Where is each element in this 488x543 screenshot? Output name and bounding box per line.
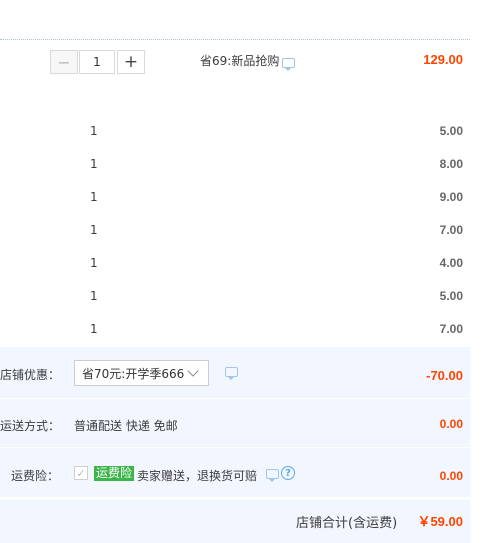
shop-total-label: 店铺合计(含运费)	[296, 516, 398, 531]
message-icon[interactable]	[225, 367, 238, 380]
gift-quantity: 1	[90, 256, 98, 270]
total-panel	[0, 500, 470, 543]
gift-quantity: 1	[90, 157, 98, 171]
row-divider	[0, 447, 470, 448]
increase-quantity-button[interactable]: +	[117, 50, 145, 74]
gift-price: 7.00	[439, 322, 463, 336]
message-icon[interactable]	[266, 469, 279, 482]
gift-price: 7.00	[439, 223, 463, 237]
gift-price: 4.00	[439, 256, 463, 270]
insurance-tag: 运费险	[94, 466, 135, 481]
gift-quantity: 1	[90, 124, 98, 138]
quantity-input[interactable]: 1	[79, 50, 115, 74]
decrease-quantity-button[interactable]: −	[50, 50, 78, 74]
message-icon[interactable]	[282, 58, 295, 71]
help-icon[interactable]: ?	[281, 466, 295, 480]
gift-quantity: 1	[90, 190, 98, 204]
item-price: 129.00	[423, 52, 463, 67]
gift-quantity: 1	[90, 322, 98, 336]
row-divider	[0, 398, 470, 399]
shop-discount-amount: -70.00	[426, 368, 463, 383]
promotion-label: 省69:新品抢购	[200, 54, 280, 68]
top-divider	[0, 39, 470, 40]
gift-price: 8.00	[439, 157, 463, 171]
gift-quantity: 1	[90, 223, 98, 237]
shipping-amount: 0.00	[439, 417, 463, 431]
gift-price: 5.00	[439, 124, 463, 138]
gift-price: 5.00	[439, 289, 463, 303]
gift-quantity: 1	[90, 289, 98, 303]
shop-discount-label: 店铺优惠：	[0, 368, 61, 382]
insurance-amount: 0.00	[439, 469, 463, 483]
insurance-description: 卖家赠送，退换货可赔	[137, 469, 258, 483]
shipping-label: 运送方式：	[0, 419, 61, 433]
insurance-checkbox[interactable]: ✓	[74, 466, 88, 480]
shop-total-amount: ￥59.00	[417, 514, 463, 529]
shop-discount-value: 省70元:开学季666	[82, 366, 185, 381]
gift-price: 9.00	[439, 190, 463, 204]
insurance-label: 运费险：	[11, 469, 60, 483]
shipping-method: 普通配送 快递 免邮	[74, 419, 178, 433]
